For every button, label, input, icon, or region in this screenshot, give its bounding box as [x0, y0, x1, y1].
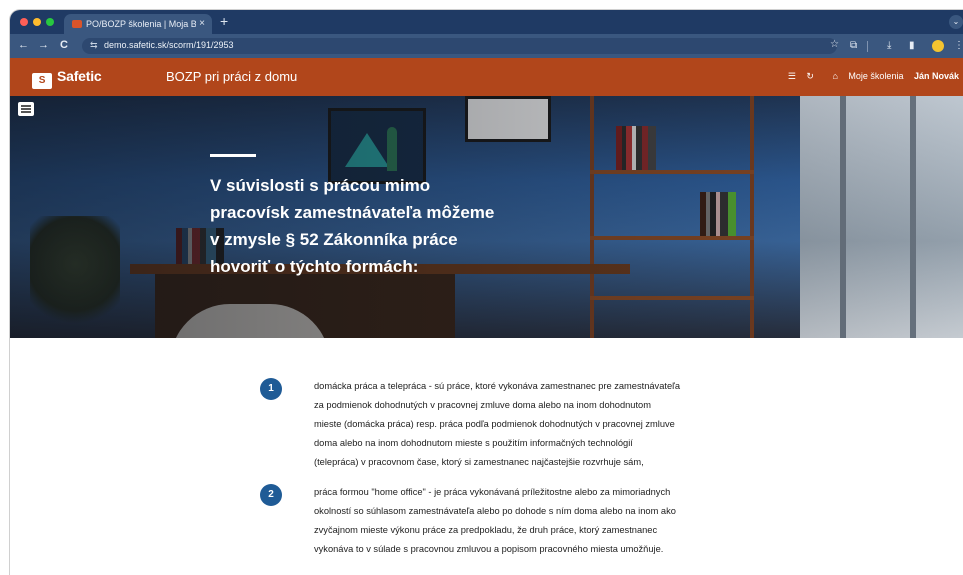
tab-close-icon[interactable]: × [199, 18, 205, 29]
brand-name: Safetic [57, 68, 102, 84]
header-actions: ☰ ↻ ⌂ Moje školenia Ján Novák [780, 71, 959, 82]
item-line: (telepráca) v pracovnom čase, ktorý si z… [314, 457, 644, 467]
close-window-button[interactable] [20, 18, 28, 26]
headline-line: V súvislosti s prácou mimo [210, 176, 431, 195]
item-text: domácka práca a telepráca - sú práce, kt… [314, 377, 744, 472]
menu-icon[interactable]: ☰ [788, 71, 796, 81]
browser-toolbar: ← → C ⇆ demo.safetic.sk/scorm/191/2953 ☆… [10, 34, 963, 58]
download-icon[interactable]: ⤓ [887, 40, 891, 51]
item-line: práca formou "home office" - je práca vy… [314, 487, 671, 497]
user-name[interactable]: Ján Novák [914, 71, 959, 81]
side-panel-icon[interactable]: ▮ [909, 40, 915, 51]
reload-button[interactable]: C [60, 39, 68, 51]
bookmark-star-icon[interactable]: ☆ [830, 39, 839, 50]
item-line: okolností so súhlasom zamestnávateľa ale… [314, 506, 676, 516]
maximize-window-button[interactable] [46, 18, 54, 26]
site-info-icon[interactable]: ⇆ [90, 40, 98, 51]
refresh-icon[interactable]: ↻ [806, 71, 814, 81]
browser-menu-icon[interactable]: ⋮ [954, 40, 963, 51]
toolbar-divider [867, 41, 868, 52]
item-line: za podmienok dohodnutých v pracovnej zml… [314, 400, 651, 410]
headline-rule [210, 154, 256, 157]
new-tab-button[interactable]: + [220, 13, 228, 29]
hero-banner: V súvislosti s prácou mimo pracovísk zam… [10, 96, 963, 338]
profile-avatar[interactable] [932, 40, 944, 52]
my-trainings-label: Moje školenia [848, 71, 904, 81]
hero-headline: V súvislosti s prácou mimo pracovísk zam… [210, 172, 550, 280]
item-line: zvyčajnom mieste výkonu práce za predpok… [314, 525, 658, 535]
headline-line: hovoriť o týchto formách: [210, 257, 419, 276]
browser-tab-strip: PO/BOZP školenia | Moja BOZ × + ⌄ [10, 10, 963, 34]
url-text[interactable]: demo.safetic.sk/scorm/191/2953 [104, 40, 234, 50]
browser-tab-active[interactable]: PO/BOZP školenia | Moja BOZ × [64, 14, 212, 34]
lesson-content: 1 domácka práca a telepráca - sú práce, … [10, 338, 963, 575]
extensions-icon[interactable]: ⧉ [850, 40, 857, 51]
tab-title: PO/BOZP školenia | Moja BOZ [86, 19, 196, 29]
safetic-logo[interactable]: S Safetic [32, 68, 102, 89]
back-button[interactable]: ← [18, 39, 29, 51]
address-bar[interactable]: ⇆ demo.safetic.sk/scorm/191/2953 ☆ [82, 38, 839, 54]
minimize-window-button[interactable] [33, 18, 41, 26]
item-number-badge: 1 [260, 378, 282, 400]
logo-mark-icon: S [32, 73, 52, 89]
favicon-icon [72, 20, 82, 28]
my-trainings-link[interactable]: ⌂ Moje školenia [824, 71, 903, 81]
app-header: S Safetic BOZP pri práci z domu ☰ ↻ ⌂ Moj… [10, 58, 963, 96]
item-line: mieste (domácka práca) resp. práca podľa… [314, 419, 675, 429]
item-line: domácka práca a telepráca - sú práce, kt… [314, 381, 680, 391]
course-menu-icon[interactable] [18, 102, 34, 116]
home-icon: ⌂ [832, 71, 838, 81]
browser-window: PO/BOZP školenia | Moja BOZ × + ⌄ ← → C … [10, 10, 963, 575]
course-title: BOZP pri práci z domu [166, 69, 298, 84]
item-text: práca formou "home office" - je práca vy… [314, 483, 744, 559]
item-line: doma alebo na inom dohodnutom mieste s p… [314, 438, 633, 448]
headline-line: v zmysle § 52 Zákonníka práce [210, 230, 458, 249]
forward-button[interactable]: → [38, 39, 49, 51]
headline-line: pracovísk zamestnávateľa môžeme [210, 203, 495, 222]
tab-search-button[interactable]: ⌄ [949, 15, 963, 29]
item-line: vykonáva to v súlade s pracovnou zmluvou… [314, 544, 664, 554]
item-number-badge: 2 [260, 484, 282, 506]
